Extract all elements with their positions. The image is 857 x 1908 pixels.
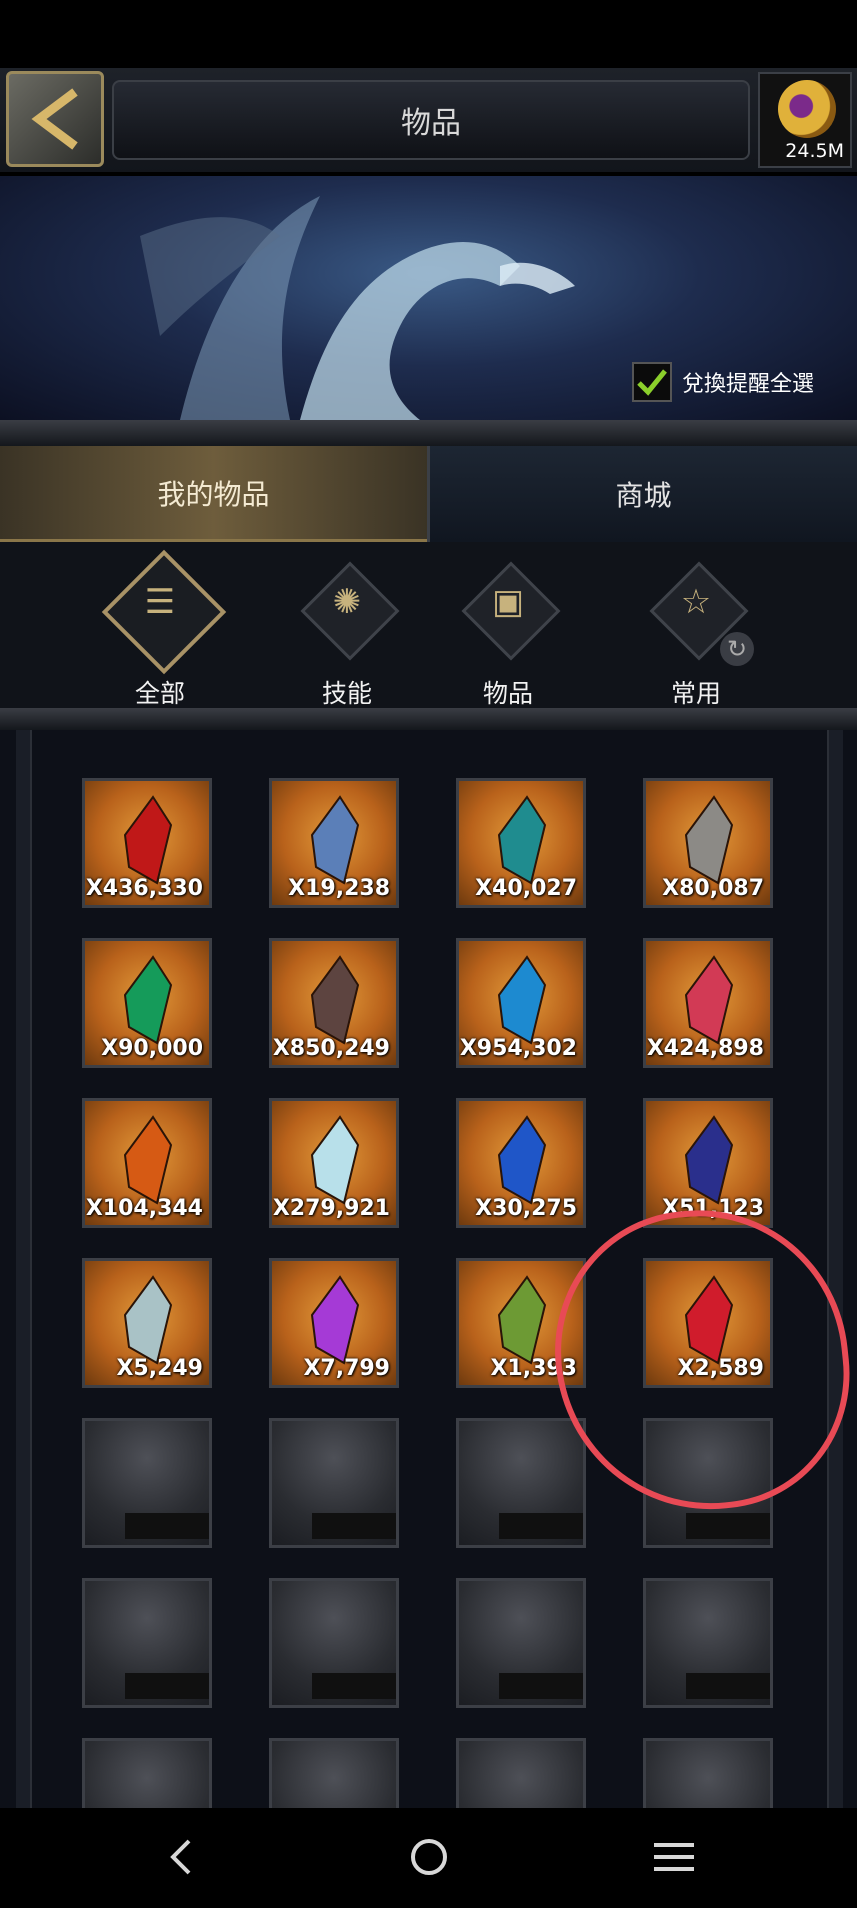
inventory-item[interactable]: X19,238 (269, 778, 399, 908)
empty-slot[interactable] (269, 1738, 399, 1808)
category-label: 全部 (134, 679, 185, 708)
empty-slot[interactable] (82, 1578, 212, 1708)
currency-amount: 24.5M (785, 140, 844, 162)
back-button[interactable] (6, 71, 104, 167)
category-items[interactable]: ▣ 物品 (448, 561, 568, 712)
inventory-item[interactable]: X40,027 (456, 778, 586, 908)
inventory-item[interactable]: X7,799 (269, 1258, 399, 1388)
inventory-item[interactable]: X30,275 (456, 1098, 586, 1228)
left-frame (16, 730, 32, 1808)
tab-my-items[interactable]: 我的物品 (0, 446, 427, 542)
gold-coin-icon (778, 80, 836, 138)
gem-icon (497, 955, 547, 1045)
item-quantity: X80,087 (662, 876, 764, 901)
top-header: 物品 24.5M (0, 68, 857, 172)
select-all-checkbox[interactable] (632, 362, 672, 402)
main-tabs: 我的物品 商城 (0, 446, 857, 542)
empty-slot[interactable] (456, 1738, 586, 1808)
chest-icon: ▣ (491, 582, 525, 622)
banner: 兌換提醒全選 (0, 176, 857, 420)
inventory-item[interactable]: X51,123 (643, 1098, 773, 1228)
item-quantity: X30,275 (475, 1196, 577, 1221)
nav-back-icon[interactable] (150, 1832, 210, 1882)
list-icon: ☰ (144, 582, 176, 622)
refresh-icon[interactable]: ↻ (720, 632, 754, 666)
gem-icon (123, 1275, 173, 1365)
gem-icon (310, 955, 360, 1045)
gem-icon (123, 1115, 173, 1205)
item-quantity: X424,898 (646, 1036, 764, 1061)
category-all[interactable]: ☰ 全部 (100, 549, 227, 712)
exchange-reminder-select-all[interactable]: 兌換提醒全選 (632, 362, 814, 402)
inventory-item[interactable]: X104,344 (82, 1098, 212, 1228)
nav-home-icon[interactable] (399, 1832, 459, 1882)
dragon-illustration (140, 196, 575, 420)
inventory-item[interactable]: X850,249 (269, 938, 399, 1068)
item-quantity: X954,302 (459, 1036, 577, 1061)
item-quantity: X279,921 (272, 1196, 390, 1221)
gem-icon (123, 795, 173, 885)
nav-menu-icon[interactable] (644, 1832, 704, 1882)
category-label: 技能 (321, 679, 372, 708)
inventory-item[interactable]: X954,302 (456, 938, 586, 1068)
exchange-reminder-label: 兌換提醒全選 (682, 372, 815, 397)
inventory-item[interactable]: X424,898 (643, 938, 773, 1068)
gem-icon (684, 795, 734, 885)
gem-icon (123, 955, 173, 1045)
gem-icon (310, 1275, 360, 1365)
empty-slot[interactable] (643, 1738, 773, 1808)
gem-icon (684, 1115, 734, 1205)
skill-icon: ✺ (332, 582, 362, 622)
empty-slot[interactable] (82, 1418, 212, 1548)
system-nav-bar (0, 1808, 857, 1908)
category-label: 物品 (482, 679, 533, 708)
inventory-item[interactable]: X90,000 (82, 938, 212, 1068)
gem-icon (310, 1115, 360, 1205)
empty-slot[interactable] (643, 1578, 773, 1708)
item-quantity: X40,027 (475, 876, 577, 901)
gem-icon (310, 795, 360, 885)
empty-slot[interactable] (456, 1578, 586, 1708)
inventory-item[interactable]: X279,921 (269, 1098, 399, 1228)
gem-icon (497, 1115, 547, 1205)
category-skill[interactable]: ✺ 技能 (287, 561, 407, 712)
category-label: 常用 (670, 679, 721, 708)
gem-icon (497, 795, 547, 885)
inventory-item[interactable]: X80,087 (643, 778, 773, 908)
item-quantity: X5,249 (116, 1356, 203, 1381)
inventory-item[interactable]: X5,249 (82, 1258, 212, 1388)
empty-slot[interactable] (456, 1418, 586, 1548)
gem-icon (684, 955, 734, 1045)
item-quantity: X850,249 (272, 1036, 390, 1061)
empty-slot[interactable] (82, 1738, 212, 1808)
checkmark-icon (637, 369, 667, 396)
item-quantity: X90,000 (101, 1036, 203, 1061)
star-icon: ☆ (680, 582, 712, 622)
category-filter-bar: ☰ 全部 ✺ 技能 ▣ 物品 ☆ 常用 (0, 542, 857, 720)
divider (0, 420, 857, 446)
divider (0, 708, 857, 730)
item-quantity: X19,238 (288, 876, 390, 901)
empty-slot[interactable] (269, 1418, 399, 1548)
right-frame (827, 730, 843, 1808)
back-arrow-icon (31, 88, 78, 150)
empty-slot[interactable] (269, 1578, 399, 1708)
page-title: 物品 (112, 80, 750, 160)
status-bar (0, 0, 857, 68)
gem-icon (497, 1275, 547, 1365)
item-quantity: X7,799 (303, 1356, 390, 1381)
item-quantity: X104,344 (85, 1196, 203, 1221)
currency-display[interactable]: 24.5M (758, 72, 852, 168)
tab-shop[interactable]: 商城 (427, 446, 857, 542)
inventory-item[interactable]: X436,330 (82, 778, 212, 908)
item-quantity: X436,330 (85, 876, 203, 901)
